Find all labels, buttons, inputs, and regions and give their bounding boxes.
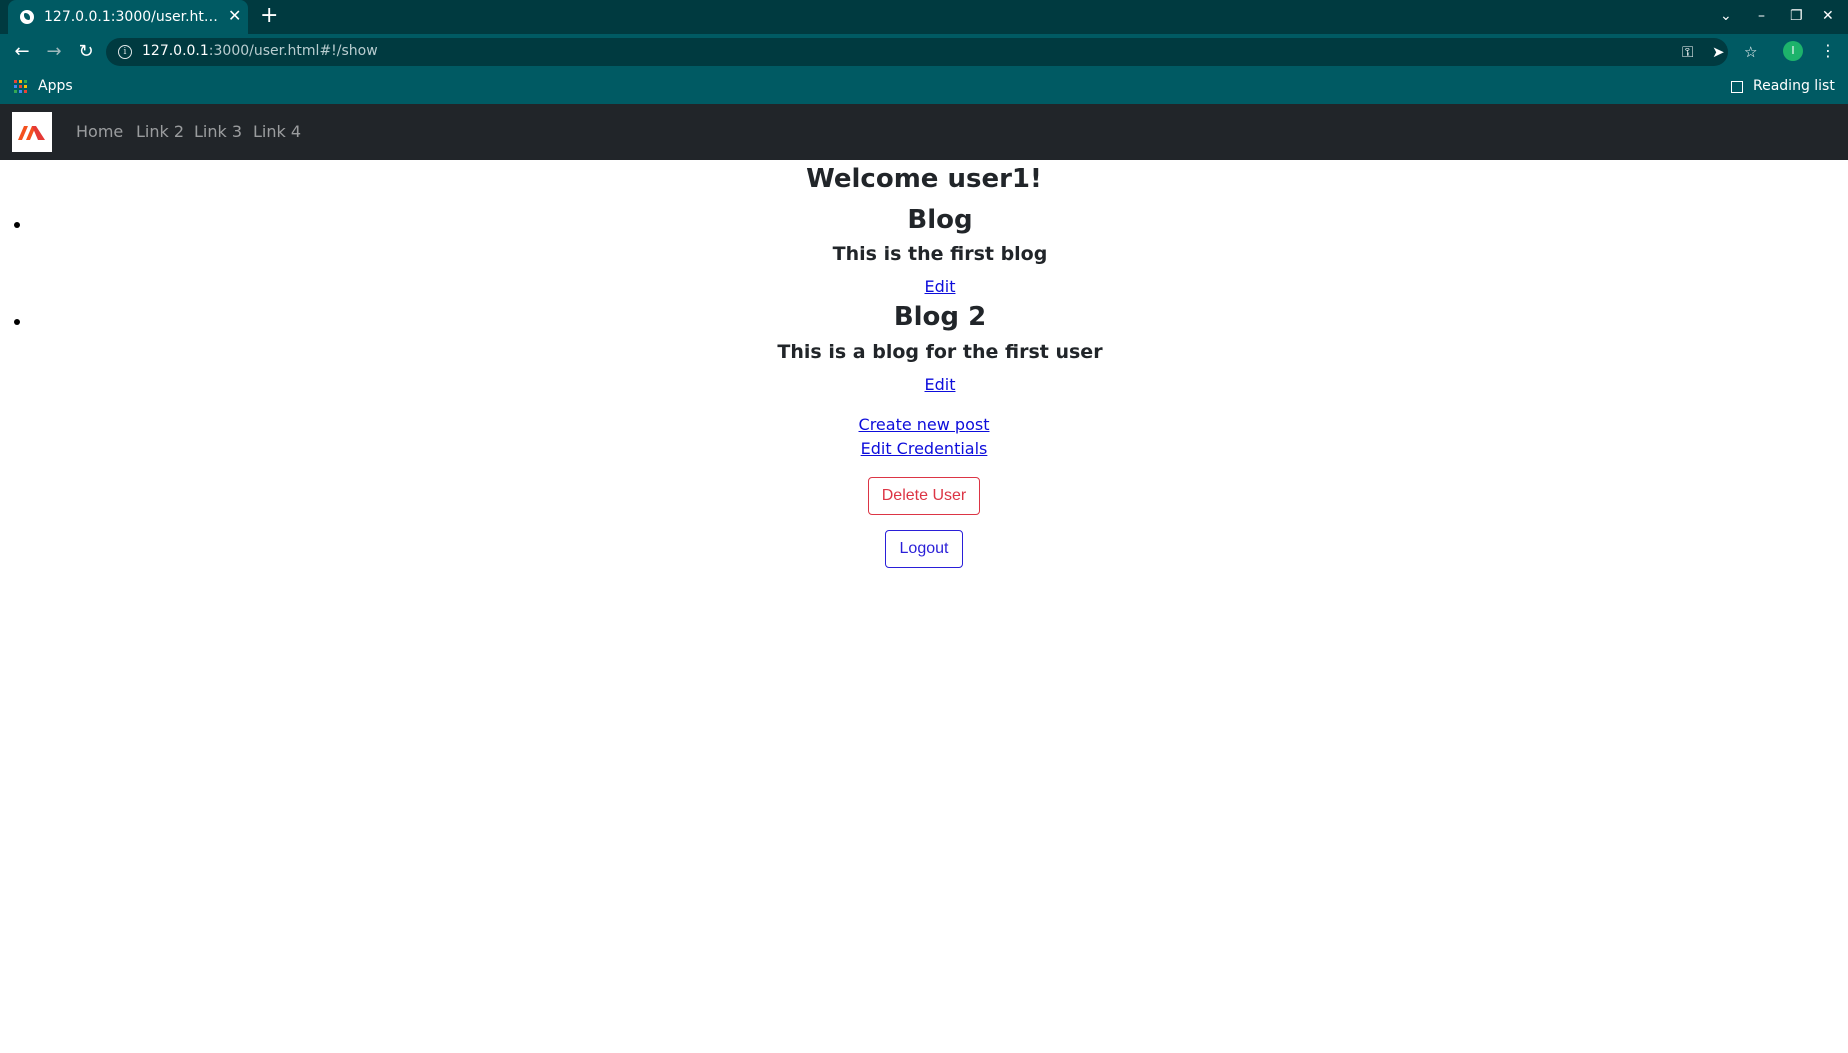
nav-link-home[interactable]: Home	[76, 122, 123, 141]
browser-tab[interactable]: 127.0.0.1:3000/user.html#!/show ✕	[8, 0, 248, 34]
reading-list-button[interactable]: Reading list	[1753, 78, 1835, 94]
close-window-icon[interactable]: ✕	[1822, 6, 1834, 26]
globe-icon	[20, 10, 34, 24]
forward-icon[interactable]: →	[42, 40, 66, 64]
logout-button[interactable]: Logout	[885, 530, 963, 568]
key-icon[interactable]: ⚿	[1682, 42, 1693, 62]
close-tab-icon[interactable]: ✕	[228, 7, 241, 25]
blog-text: This is the first blog	[832, 243, 1048, 265]
nav-link-2[interactable]: Link 2	[136, 122, 184, 141]
browser-menu-icon[interactable]: ⋮	[1820, 40, 1836, 62]
site-info-icon[interactable]: i	[118, 45, 132, 59]
restore-icon[interactable]: ❐	[1790, 6, 1803, 26]
create-post-link[interactable]: Create new post	[0, 415, 1848, 434]
nav-link-4[interactable]: Link 4	[253, 122, 301, 141]
tab-search-icon[interactable]: ⌄	[1720, 6, 1732, 26]
new-tab-button[interactable]: +	[260, 4, 278, 28]
profile-avatar[interactable]: I	[1783, 41, 1803, 61]
send-icon[interactable]: ➤	[1712, 42, 1725, 62]
minimize-icon[interactable]: –	[1758, 6, 1765, 26]
tab-title: 127.0.0.1:3000/user.html#!/show	[44, 9, 222, 25]
blog-title: Blog 2	[893, 302, 987, 332]
address-bar[interactable]: i 127.0.0.1:3000/user.html#!/show ⚿ ➤ ☆	[106, 38, 1757, 66]
edit-credentials-link[interactable]: Edit Credentials	[0, 439, 1848, 458]
edit-blog-link[interactable]: Edit	[0, 375, 1848, 394]
blog-text: This is a blog for the first user	[777, 341, 1103, 363]
back-icon[interactable]: ←	[10, 40, 34, 64]
blog-title: Blog	[907, 205, 973, 235]
reload-icon[interactable]: ↻	[74, 40, 98, 64]
bookmarks-bar: Apps Reading list	[0, 70, 1848, 105]
welcome-heading: Welcome user1!	[806, 164, 1042, 194]
nav-link-3[interactable]: Link 3	[194, 122, 242, 141]
reading-list-icon[interactable]	[1731, 81, 1743, 93]
url-text[interactable]: 127.0.0.1:3000/user.html#!/show	[142, 43, 378, 59]
bookmark-star-icon[interactable]: ☆	[1744, 42, 1757, 62]
delete-user-button[interactable]: Delete User	[868, 477, 980, 515]
logo-icon	[18, 126, 45, 140]
edit-blog-link[interactable]: Edit	[0, 277, 1848, 296]
apps-bookmark[interactable]: Apps	[38, 78, 73, 94]
brand-logo[interactable]	[12, 112, 52, 152]
site-navbar: Home Link 2 Link 3 Link 4	[0, 104, 1848, 160]
apps-grid-icon[interactable]	[14, 80, 27, 93]
browser-tab-strip: 127.0.0.1:3000/user.html#!/show ✕ + ⌄ – …	[0, 0, 1848, 34]
browser-toolbar: ← → ↻ i 127.0.0.1:3000/user.html#!/show …	[0, 34, 1848, 70]
